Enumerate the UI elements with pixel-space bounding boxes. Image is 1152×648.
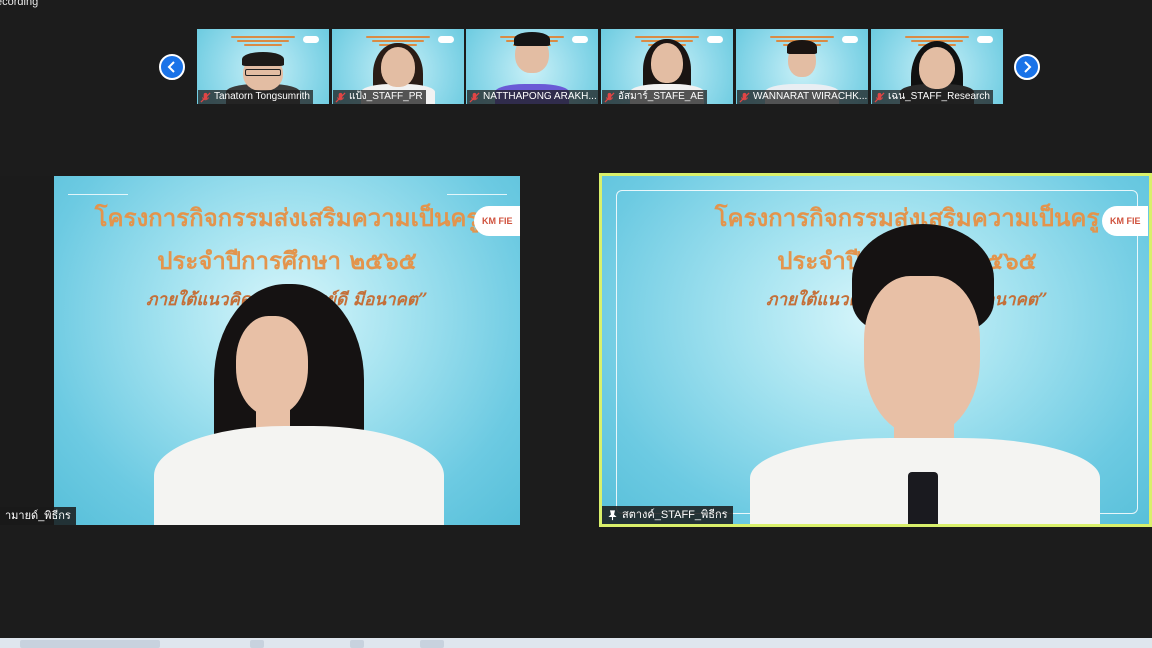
filmstrip-next-button[interactable] [1014, 54, 1040, 80]
participant-name: Tanatorn Tongsumrith [214, 91, 310, 102]
microphone-muted-icon [469, 91, 480, 103]
taskbar-app-icon[interactable] [420, 640, 444, 648]
taskbar [0, 638, 1152, 648]
participant-name: ามายด์_พิธีกร [5, 510, 71, 522]
recording-label: ecording [0, 0, 39, 8]
participant-name: แป้ง_STAFF_PR [349, 91, 423, 102]
participant-name-tag: อัสมาร์_STAFE_AE [602, 90, 707, 104]
slide-logo-thumbnail [572, 36, 588, 43]
participant-thumbnail[interactable]: แป้ง_STAFF_PR [332, 29, 464, 104]
participant-name: เฉน_STAFF_Research [888, 91, 990, 102]
filmstrip-prev-button[interactable] [159, 54, 185, 80]
participant-name-tag: แป้ง_STAFF_PR [333, 90, 426, 104]
participant-face [381, 47, 415, 87]
tile-name-tag: ามายด์_พิธีกร [0, 507, 76, 525]
participant-shirt [154, 426, 444, 525]
participant-glasses [245, 69, 281, 76]
participant-thumbnail[interactable]: WANNARAT WIRACHK... [736, 29, 868, 104]
participant-name-tag: NATTHAPONG ARAKH... [467, 90, 598, 104]
slide-logo-thumbnail [303, 36, 319, 43]
slide-logo-thumbnail [842, 36, 858, 43]
slide-title-line1: โครงการกิจกรรมส่งเสริมความเป็นครู [94, 203, 480, 232]
participant-name-tag: WANNARAT WIRACHK... [737, 90, 868, 104]
participant-name: NATTHAPONG ARAKH... [483, 91, 597, 102]
participant-name-tag: Tanatorn Tongsumrith [198, 90, 313, 104]
tile-name-tag: สตางค์_STAFF_พิธีกร [602, 506, 733, 524]
participant-hair [787, 40, 817, 54]
participant-name: อัสมาร์_STAFE_AE [618, 91, 704, 102]
participant-face [919, 47, 955, 89]
slide-decoration [68, 194, 128, 195]
virtual-background: โครงการกิจกรรมส่งเสริมความเป็นครู ประจำป… [602, 176, 1149, 524]
pin-icon [608, 509, 617, 520]
participant-face [236, 316, 308, 416]
microphone-muted-icon [604, 91, 615, 103]
microphone-muted-icon [335, 91, 346, 103]
slide-title-thumbnail [231, 34, 295, 48]
taskbar-search[interactable] [20, 640, 160, 648]
virtual-background: โครงการกิจกรรมส่งเสริมความเป็นครู ประจำป… [54, 176, 520, 525]
slide-logo: KM FIE [474, 206, 520, 236]
participant-thumbnail[interactable]: NATTHAPONG ARAKH... [466, 29, 598, 104]
participant-face [651, 43, 683, 83]
slide-logo: KM FIE [1102, 206, 1148, 236]
participant-name: สตางค์_STAFF_พิธีกร [622, 509, 728, 521]
video-tile-left[interactable]: โครงการกิจกรรมส่งเสริมความเป็นครู ประจำป… [0, 176, 520, 525]
slide-logo-thumbnail [977, 36, 993, 43]
video-tile-right-active-speaker[interactable]: โครงการกิจกรรมส่งเสริมความเป็นครู ประจำป… [599, 173, 1152, 527]
microphone-muted-icon [200, 91, 211, 103]
participant-thumbnail[interactable]: Tanatorn Tongsumrith [197, 29, 329, 104]
participant-hair [242, 52, 284, 66]
chevron-left-icon [167, 61, 175, 73]
participant-name-tag: เฉน_STAFF_Research [872, 90, 993, 104]
slide-logo-thumbnail [438, 36, 454, 43]
participant-face [864, 276, 980, 436]
chevron-right-icon [1024, 61, 1032, 73]
participant-name: WANNARAT WIRACHK... [753, 91, 868, 102]
microphone-muted-icon [739, 91, 750, 103]
slide-logo-thumbnail [707, 36, 723, 43]
participant-thumbnail[interactable]: อัสมาร์_STAFE_AE [601, 29, 733, 104]
slide-title-line2: ประจำปีการศึกษา ๒๕๖๕ [157, 246, 417, 275]
participant-thumbnail[interactable]: เฉน_STAFF_Research [871, 29, 1003, 104]
microphone-muted-icon [874, 91, 885, 103]
participant-tie [908, 472, 938, 524]
taskbar-app-icon[interactable] [250, 640, 264, 648]
taskbar-app-icon[interactable] [350, 640, 364, 648]
slide-decoration [447, 194, 507, 195]
participant-hair [514, 32, 550, 46]
